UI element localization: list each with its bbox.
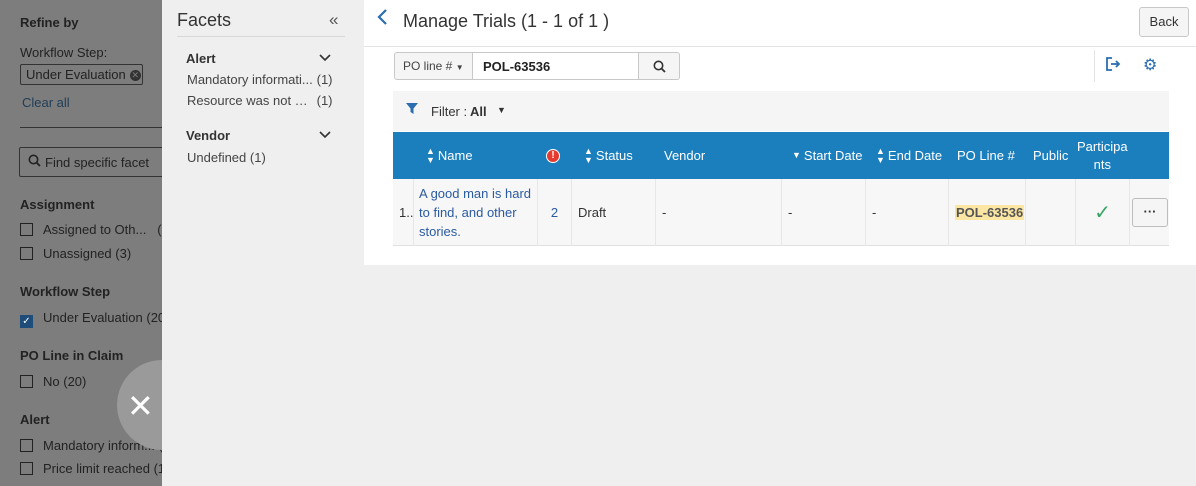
cell-end-date: - [866, 179, 949, 246]
column-name[interactable]: ▲ ▼ Name [426, 132, 473, 179]
cell-actions: ··· [1130, 179, 1169, 246]
refine-section-alert: Alert [20, 412, 50, 427]
refine-item-price-limit[interactable]: Price limit reached (1 [20, 461, 165, 476]
header-divider [364, 46, 1196, 47]
trials-table: ▲ ▼ Name ! ▲ ▼ Status Vendor ▼ Start Date ▲ ▼ E… [393, 132, 1169, 246]
divider [20, 127, 162, 128]
search-icon [28, 154, 41, 170]
caret-down-icon: ▼ [455, 63, 464, 72]
facet-item-undefined[interactable]: Undefined (1) [187, 150, 266, 165]
sort-icon: ▲ ▼ [876, 145, 885, 165]
workflow-chip[interactable]: Under Evaluation ✕ [20, 64, 143, 85]
column-start-date[interactable]: ▼ Start Date [792, 132, 862, 179]
chevron-down-icon[interactable] [319, 51, 331, 65]
cell-status: Draft [572, 179, 656, 246]
main-content: Manage Trials (1 - 1 of 1 ) Back PO line… [364, 0, 1196, 265]
column-participants[interactable]: Participa nts [1077, 132, 1128, 179]
refine-section-workflow: Workflow Step [20, 284, 111, 299]
column-alerts[interactable]: ! [546, 132, 560, 179]
cell-name: A good man is hard to find, and other st… [414, 179, 538, 246]
chevron-down-icon[interactable] [319, 128, 331, 142]
facet-item-resource[interactable]: Resource was not ac... (1) [187, 93, 333, 108]
checkbox[interactable] [20, 223, 33, 236]
back-button[interactable]: Back [1139, 7, 1189, 37]
table-header: ▲ ▼ Name ! ▲ ▼ Status Vendor ▼ Start Date ▲ ▼ E… [393, 132, 1169, 179]
refine-item-assigned[interactable]: Assigned to Oth... (1 [20, 222, 169, 237]
sort-icon: ▲ ▼ [426, 145, 435, 165]
table-row[interactable]: 1.. A good man is hard to find, and othe… [393, 179, 1169, 246]
refine-item-no[interactable]: No (20) [20, 374, 86, 389]
column-end-date[interactable]: ▲ ▼ End Date [876, 132, 942, 179]
back-arrow-icon[interactable] [376, 8, 388, 32]
facets-title: Facets [177, 10, 232, 30]
find-facet-input[interactable]: Find specific facet [19, 147, 169, 177]
check-icon: ✓ [1094, 202, 1111, 224]
search-input[interactable] [472, 52, 640, 80]
search-type-dropdown[interactable]: PO line # ▼ [394, 52, 473, 80]
column-vendor[interactable]: Vendor [664, 132, 705, 179]
alert-icon: ! [546, 148, 560, 163]
row-index: 1.. [393, 179, 414, 246]
refine-section-po-line-claim: PO Line in Claim [20, 348, 124, 363]
checkbox-checked[interactable]: ✓ [20, 315, 33, 328]
cell-start-date: - [782, 179, 866, 246]
filter-value-dropdown[interactable]: All [470, 104, 487, 119]
find-facet-placeholder: Find specific facet [45, 155, 150, 170]
sort-desc-icon: ▼ [792, 150, 801, 160]
checkbox[interactable] [20, 439, 33, 452]
facet-group-alert[interactable]: Alert [186, 51, 216, 66]
toolbar-divider [1094, 50, 1095, 82]
workflow-chip-label: Under Evaluation [26, 67, 126, 82]
gear-icon[interactable]: ⚙ [1143, 55, 1157, 75]
export-icon[interactable] [1105, 56, 1121, 75]
refine-item-unassigned[interactable]: Unassigned (3) [20, 246, 131, 261]
collapse-facets-icon[interactable]: « [329, 10, 338, 30]
column-status[interactable]: ▲ ▼ Status [584, 132, 633, 179]
refine-item-under-evaluation[interactable]: ✓ Under Evaluation (20 [20, 310, 165, 328]
facet-item-mandatory[interactable]: Mandatory informati... (1) [187, 72, 333, 87]
checkbox[interactable] [20, 462, 33, 475]
sort-icon: ▲ ▼ [584, 145, 593, 165]
checkbox[interactable] [20, 247, 33, 260]
caret-down-icon[interactable]: ▼ [497, 105, 506, 115]
trial-name-link[interactable]: A good man is hard to find, and other st… [419, 184, 531, 241]
facets-panel: Facets « Alert Mandatory informati... (1… [162, 0, 364, 486]
filter-bar: Filter : All ▼ [393, 91, 1169, 131]
checkbox[interactable] [20, 375, 33, 388]
cell-public [1026, 179, 1076, 246]
search-icon [653, 58, 666, 74]
filter-icon [405, 102, 419, 118]
manage-trials-overlay: Facets « Alert Mandatory informati... (1… [162, 0, 1196, 486]
chip-remove-icon[interactable]: ✕ [129, 70, 141, 82]
clear-all-link[interactable]: Clear all [22, 95, 70, 110]
filter-label: Filter : [431, 104, 468, 119]
refine-title: Refine by [20, 15, 79, 30]
refine-section-assignment: Assignment [20, 197, 95, 212]
column-public[interactable]: Public [1033, 132, 1068, 179]
po-line-value: POL-63536 [955, 205, 1025, 220]
page-title: Manage Trials (1 - 1 of 1 ) [403, 11, 610, 31]
search-button[interactable] [638, 52, 680, 80]
facets-divider [177, 36, 345, 37]
cell-alerts: 2 [538, 179, 572, 246]
row-actions-button[interactable]: ··· [1132, 198, 1168, 227]
column-po-line[interactable]: PO Line # [957, 132, 1015, 179]
alerts-count-link[interactable]: 2 [551, 205, 558, 220]
cell-vendor: - [656, 179, 782, 246]
facet-group-vendor[interactable]: Vendor [186, 128, 230, 143]
cell-participants: ✓ [1076, 179, 1130, 246]
close-icon: ✕ [127, 387, 154, 425]
cell-po-line: POL-63536 [949, 179, 1026, 246]
workflow-step-label: Workflow Step: [20, 45, 108, 60]
